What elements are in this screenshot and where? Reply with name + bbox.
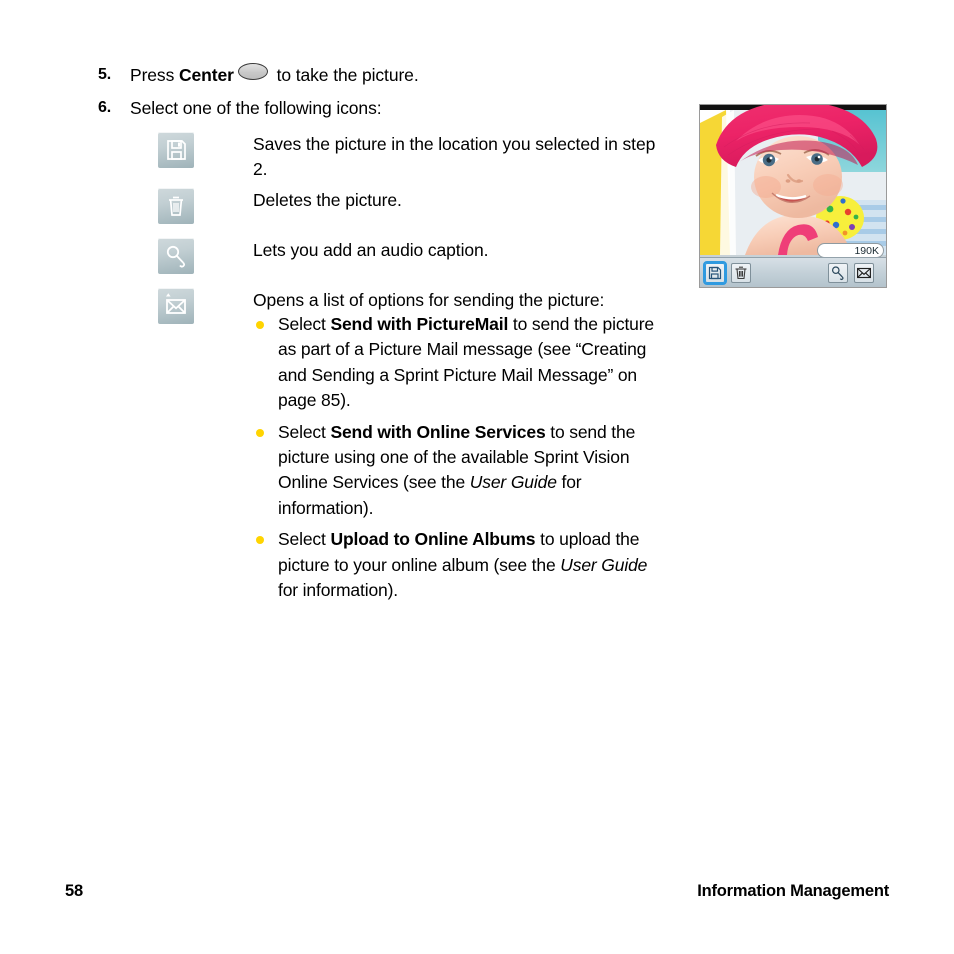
bullet-2-lead: Select — [278, 421, 331, 442]
bullet-2-bold: Send with Online Services — [330, 421, 546, 442]
bullet-dot-icon — [256, 536, 264, 545]
step-5-bold-key: Center — [179, 65, 234, 85]
toolbar-save-button[interactable] — [703, 261, 727, 285]
icon-row-save: Saves the picture in the location you se… — [158, 132, 658, 182]
toolbar-audio-button[interactable] — [828, 263, 848, 283]
step-6: 6. Select one of the following icons: — [98, 96, 382, 120]
step-5-body: Press Center to take the picture. — [130, 63, 419, 87]
step-5: 5. Press Center to take the picture. — [98, 63, 419, 87]
icon-row-delete: Deletes the picture. — [158, 188, 658, 224]
page-number: 58 — [65, 882, 83, 900]
send-options-list: Select Send with PictureMail to send the… — [248, 312, 668, 609]
list-item: Select Upload to Online Albums to upload… — [248, 527, 668, 603]
file-size-badge: 190K — [817, 243, 884, 258]
save-floppy-icon — [158, 132, 194, 168]
center-key-icon — [237, 63, 268, 80]
icon-send-description: Opens a list of options for sending the … — [253, 290, 605, 310]
list-item: Select Send with Online Services to send… — [248, 420, 668, 522]
step-5-text-before: Press — [130, 65, 179, 85]
icon-cell-send — [158, 288, 198, 324]
bullet-dot-icon — [256, 428, 264, 437]
microphone-icon — [158, 238, 194, 274]
document-page: 5. Press Center to take the picture. 6. … — [0, 0, 954, 954]
step-6-number: 6. — [98, 99, 112, 116]
icon-row-audio: Lets you add an audio caption. — [158, 238, 658, 274]
list-item: Select Send with PictureMail to send the… — [248, 312, 668, 414]
icon-audio-description: Lets you add an audio caption. — [253, 240, 489, 260]
camera-review-toolbar — [700, 257, 886, 287]
phone-screenshot-figure: 190K — [699, 104, 887, 288]
icon-cell-audio — [158, 238, 198, 274]
bullet-1-bold: Send with PictureMail — [330, 314, 509, 334]
bullet-1-lead: Select — [278, 314, 331, 334]
bullet-2-italic: User Guide — [469, 472, 557, 493]
step-5-text-after: to take the picture. — [271, 65, 419, 85]
bullet-3-italic: User Guide — [560, 554, 648, 575]
toolbar-send-button[interactable] — [854, 263, 874, 283]
icon-cell-delete — [158, 188, 198, 224]
step-6-body: Select one of the following icons: — [130, 98, 382, 118]
baby-photo-illustration — [700, 105, 886, 255]
bullet-3-rest-2: for information). — [278, 580, 398, 601]
trash-icon — [158, 188, 194, 224]
icon-delete-description: Deletes the picture. — [253, 190, 402, 210]
icon-cell-save — [158, 132, 198, 168]
toolbar-delete-button[interactable] — [731, 263, 751, 283]
envelope-send-icon — [158, 288, 194, 324]
section-title: Information Management — [697, 882, 889, 900]
icon-save-description: Saves the picture in the location you se… — [253, 134, 656, 179]
bullet-3-bold: Upload to Online Albums — [330, 529, 536, 550]
camera-preview-photo — [700, 105, 886, 255]
bullet-3-lead: Select — [278, 529, 331, 550]
bullet-dot-icon — [256, 321, 264, 329]
step-5-number: 5. — [98, 66, 112, 83]
